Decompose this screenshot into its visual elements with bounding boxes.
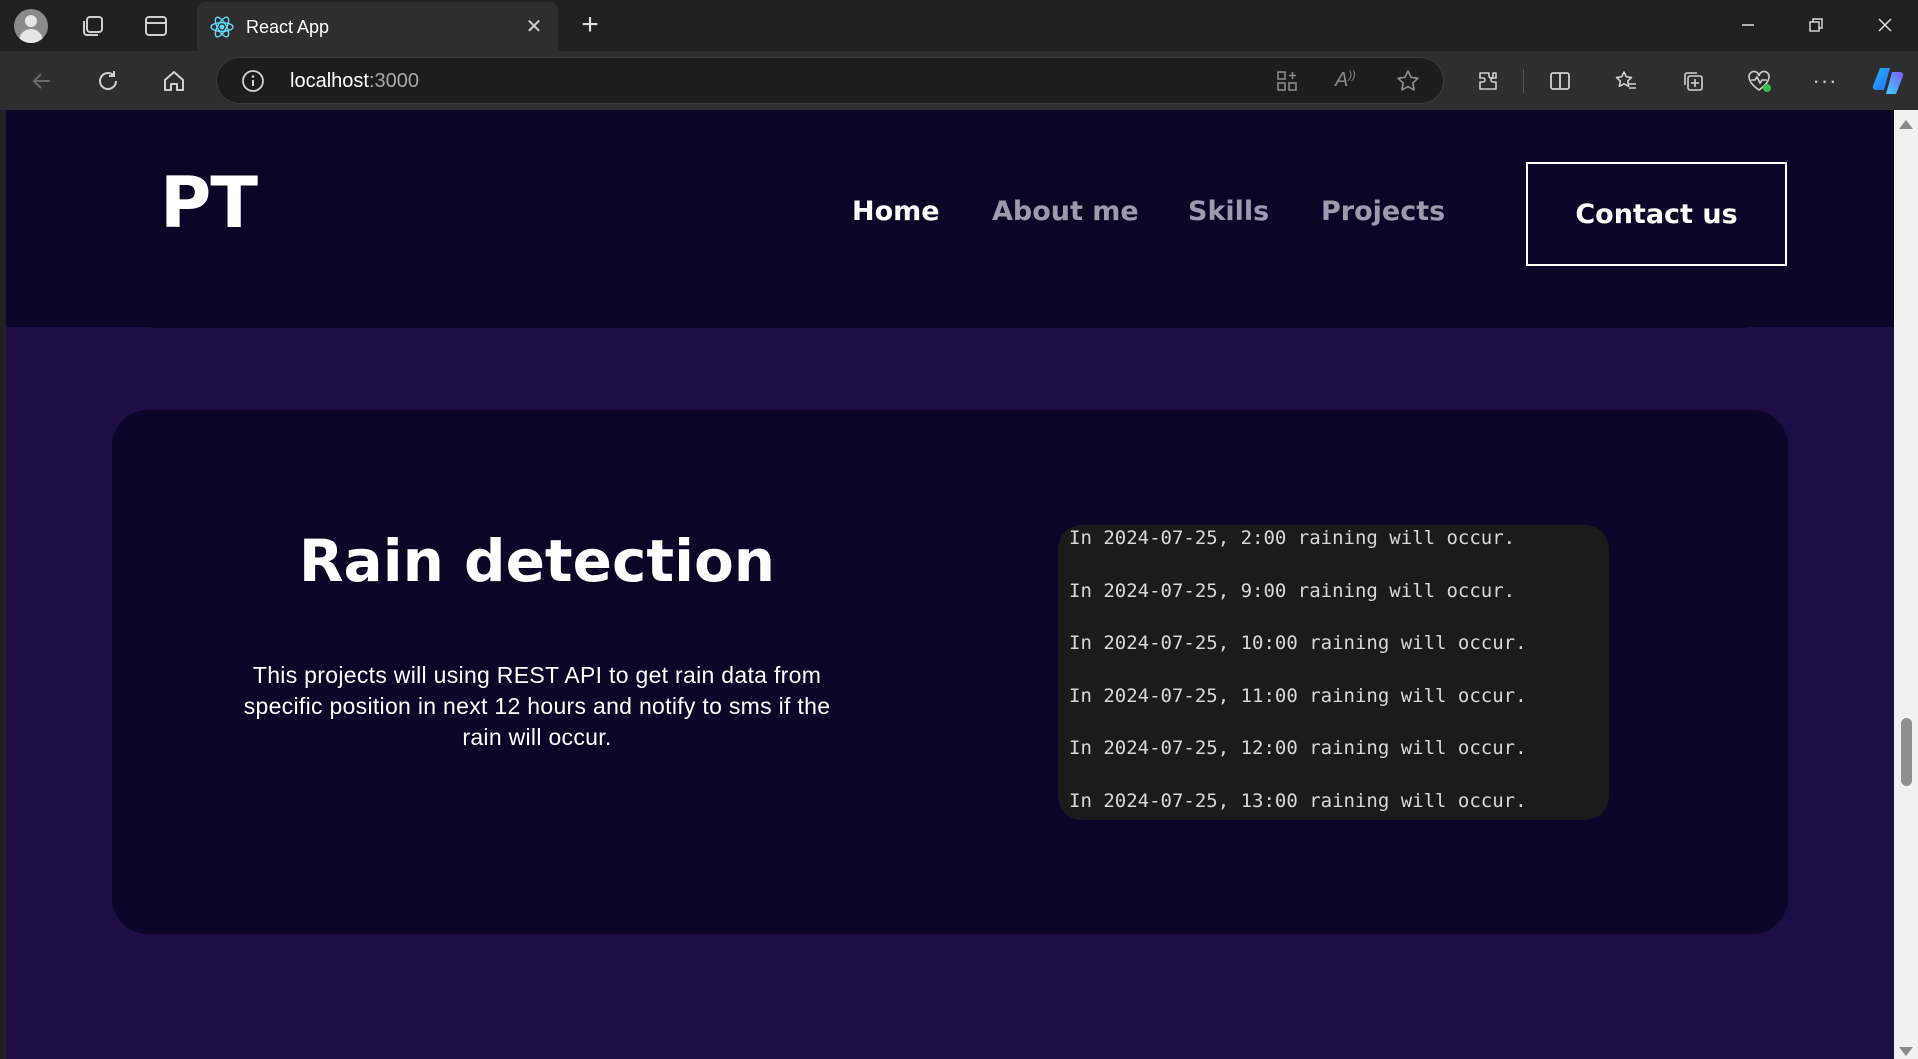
close-tab-icon[interactable]: ✕ <box>521 13 547 39</box>
log-line: In 2024-07-25, 9:00 raining will occur. <box>1069 579 1516 602</box>
log-line: In 2024-07-25, 12:00 raining will occur. <box>1069 737 1527 760</box>
more-options-icon[interactable]: ··· <box>1810 66 1840 96</box>
log-line: In 2024-07-25, 2:00 raining will occur. <box>1069 527 1516 549</box>
app-available-icon[interactable] <box>1275 69 1299 98</box>
minimize-icon[interactable] <box>1725 10 1771 40</box>
page-scrollbar[interactable] <box>1894 110 1918 1059</box>
scrollbar-thumb[interactable] <box>1901 718 1912 786</box>
nav-link-projects[interactable]: Projects <box>1321 196 1445 227</box>
browser-tab-bar: React App ✕ + <box>0 0 1918 51</box>
nav-link-about-me[interactable]: About me <box>992 196 1139 227</box>
log-line: In 2024-07-25, 10:00 raining will occur. <box>1069 632 1527 655</box>
split-screen-icon[interactable] <box>1545 66 1575 96</box>
project-description: This projects will using REST API to get… <box>243 662 831 750</box>
nav-link-skills[interactable]: Skills <box>1188 196 1269 227</box>
browser-essentials-icon[interactable] <box>1744 66 1774 96</box>
nav-link-home[interactable]: Home <box>852 196 940 227</box>
log-line: In 2024-07-25, 11:00 raining will occur. <box>1069 684 1527 707</box>
profile-avatar[interactable] <box>14 9 48 43</box>
back-icon[interactable] <box>27 66 57 96</box>
read-aloud-icon[interactable]: A)) <box>1335 69 1356 92</box>
scroll-down-arrow-icon[interactable] <box>1899 1047 1913 1056</box>
address-bar[interactable]: localhost:3000 A)) <box>216 57 1444 104</box>
copilot-icon[interactable] <box>1870 63 1906 99</box>
project-title: Rain detection <box>298 527 776 595</box>
active-tab[interactable]: React App ✕ <box>197 2 558 51</box>
restore-icon[interactable] <box>1793 10 1839 40</box>
favorites-icon[interactable] <box>1611 66 1641 96</box>
react-logo-icon <box>209 14 235 45</box>
site-info-icon[interactable] <box>241 69 265 98</box>
site-navbar: PT Home About me Skills Projects Contact… <box>6 110 1894 327</box>
url-text[interactable]: localhost:3000 <box>290 70 419 93</box>
site-logo[interactable]: PT <box>160 162 258 244</box>
workspaces-icon[interactable] <box>78 12 108 40</box>
browser-toolbar: localhost:3000 A)) ··· <box>0 51 1918 110</box>
tab-title: React App <box>246 17 330 37</box>
page-viewport: PT Home About me Skills Projects Contact… <box>6 110 1894 1059</box>
project-card: Rain detection This projects will using … <box>112 410 1788 934</box>
vertical-tabs-icon[interactable] <box>142 12 170 40</box>
scroll-up-arrow-icon[interactable] <box>1899 120 1913 129</box>
log-line: In 2024-07-25, 13:00 raining will occur. <box>1069 789 1527 812</box>
rain-log-box[interactable]: In 2024-07-25, 2:00 raining will occur. … <box>1058 525 1609 820</box>
toolbar-divider <box>1523 69 1524 93</box>
favorite-star-icon[interactable] <box>1395 68 1421 99</box>
contact-us-button[interactable]: Contact us <box>1526 162 1787 266</box>
extensions-icon[interactable] <box>1473 66 1503 96</box>
new-tab-icon[interactable]: + <box>575 8 605 41</box>
close-window-icon[interactable] <box>1862 10 1908 40</box>
collections-icon[interactable] <box>1678 66 1708 96</box>
home-icon[interactable] <box>159 66 189 96</box>
refresh-icon[interactable] <box>93 66 123 96</box>
